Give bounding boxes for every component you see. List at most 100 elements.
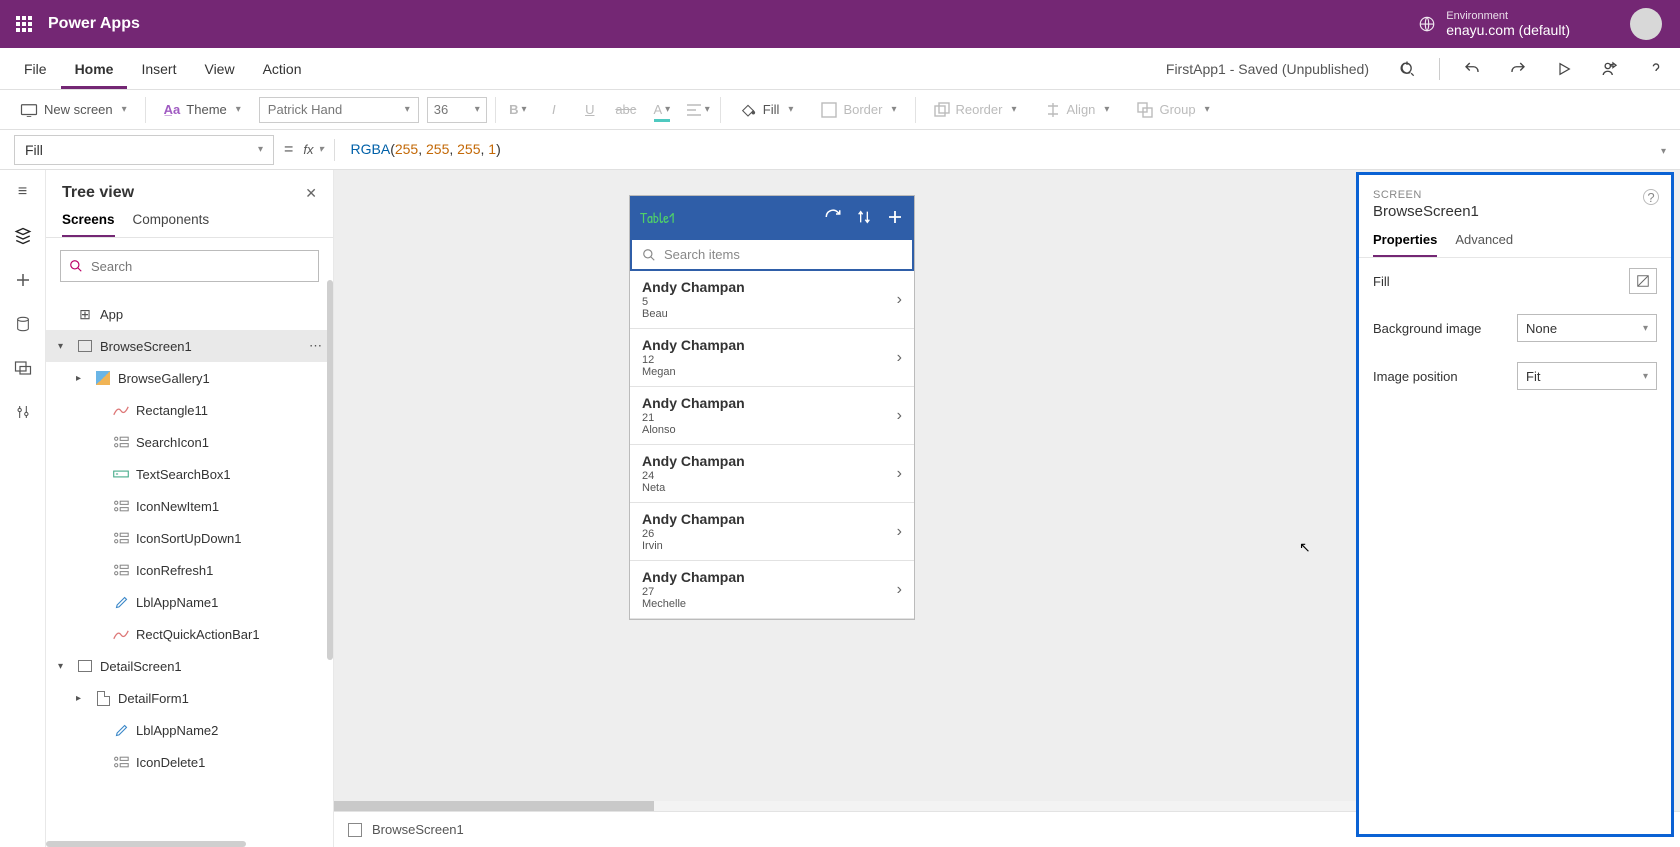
phone-search-input[interactable]: Search items: [630, 238, 914, 271]
phone-title: Table1: [640, 207, 675, 228]
caret-icon[interactable]: ▾: [58, 661, 70, 672]
new-screen-button[interactable]: New screen▾: [10, 90, 137, 129]
rail-advanced-tools[interactable]: [11, 400, 35, 424]
prop-bgimage-label: Background image: [1373, 321, 1517, 336]
tree-tab-screens[interactable]: Screens: [62, 212, 115, 237]
rail-media[interactable]: [11, 356, 35, 380]
row-title: Andy Champan: [642, 337, 745, 353]
list-item[interactable]: Andy Champan26Irvin›: [630, 503, 914, 561]
tree-item-IconSortUpDown1[interactable]: IconSortUpDown1: [46, 522, 333, 554]
font-size-select[interactable]: 36▾: [427, 97, 487, 123]
group-button[interactable]: Group▾: [1127, 90, 1219, 129]
tree-item-label: IconSortUpDown1: [136, 531, 242, 546]
property-dropdown[interactable]: Fill▾: [14, 135, 274, 165]
fill-button[interactable]: Fill▾: [729, 90, 804, 129]
tree-item-BrowseGallery1[interactable]: ▸BrowseGallery1: [46, 362, 333, 394]
status-checkbox[interactable]: [348, 823, 362, 837]
menu-action[interactable]: Action: [249, 48, 316, 89]
tree-item-RectQuickActionBar1[interactable]: RectQuickActionBar1: [46, 618, 333, 650]
caret-icon[interactable]: ▾: [58, 341, 70, 352]
tree-item-TextSearchBox1[interactable]: TextSearchBox1: [46, 458, 333, 490]
undo-button[interactable]: [1458, 55, 1486, 83]
tree-item-menu[interactable]: ⋯: [309, 338, 323, 354]
theme-button[interactable]: A̲a Theme▾: [154, 90, 251, 129]
row-number: 21: [642, 412, 745, 424]
tree-item-IconDelete1[interactable]: IconDelete1: [46, 746, 333, 778]
italic-button[interactable]: I: [540, 96, 568, 124]
menu-view[interactable]: View: [190, 48, 248, 89]
properties-help-icon[interactable]: ?: [1643, 189, 1659, 205]
prop-fill-swatch[interactable]: [1629, 268, 1657, 294]
tree-item-label: Rectangle11: [136, 403, 208, 418]
bold-button[interactable]: B▾: [504, 96, 532, 124]
environment-picker[interactable]: Environment enayu.com (default): [1446, 10, 1570, 38]
sort-icon[interactable]: [856, 208, 872, 226]
menu-file[interactable]: File: [10, 48, 61, 89]
tree-item-IconRefresh1[interactable]: IconRefresh1: [46, 554, 333, 586]
tree-item-BrowseScreen1[interactable]: ▾ BrowseScreen1 ⋯: [46, 330, 333, 362]
font-color-button[interactable]: A▾: [648, 96, 676, 124]
rail-toggle[interactable]: ≡: [11, 180, 35, 204]
theme-label: Theme: [186, 102, 226, 117]
add-icon[interactable]: [886, 208, 904, 226]
canvas-hscrollbar[interactable]: [334, 801, 1360, 811]
list-item[interactable]: Andy Champan24Neta›: [630, 445, 914, 503]
tree-scrollbar[interactable]: [327, 280, 333, 660]
rail-insert[interactable]: [11, 268, 35, 292]
text-align-button[interactable]: ▾: [684, 96, 712, 124]
font-family-select[interactable]: Patrick Hand▾: [259, 97, 419, 123]
row-title: Andy Champan: [642, 569, 745, 585]
environment-icon: [1418, 15, 1436, 33]
rail-tree-view[interactable]: [11, 224, 35, 248]
properties-name: BrowseScreen1: [1373, 203, 1657, 220]
border-button[interactable]: Border▾: [811, 90, 906, 129]
tree-item-label: BrowseScreen1: [100, 339, 192, 354]
global-header: Power Apps Environment enayu.com (defaul…: [0, 0, 1680, 48]
caret-icon[interactable]: ▸: [76, 373, 88, 384]
tree-item-Rectangle11[interactable]: Rectangle11: [46, 394, 333, 426]
menu-home[interactable]: Home: [61, 48, 128, 89]
strikethrough-button[interactable]: abc: [612, 96, 640, 124]
reorder-button[interactable]: Reorder▾: [924, 90, 1027, 129]
help-button[interactable]: [1642, 55, 1670, 83]
chevron-right-icon: ›: [897, 407, 902, 425]
refresh-icon[interactable]: [824, 208, 842, 226]
underline-button[interactable]: U: [576, 96, 604, 124]
tree-item-SearchIcon1[interactable]: SearchIcon1: [46, 426, 333, 458]
app-checker-icon[interactable]: [1393, 55, 1421, 83]
tree-item-LblAppName2[interactable]: LblAppName2: [46, 714, 333, 746]
tree-item-IconNewItem1[interactable]: IconNewItem1: [46, 490, 333, 522]
formula-input[interactable]: RGBA(255, 255, 255, 1): [351, 141, 501, 158]
tree-item-LblAppName1[interactable]: LblAppName1: [46, 586, 333, 618]
tree-item-App[interactable]: ⊞App: [46, 298, 333, 330]
caret-icon[interactable]: ▸: [76, 693, 88, 704]
list-item[interactable]: Andy Champan21Alonso›: [630, 387, 914, 445]
user-avatar[interactable]: [1630, 8, 1662, 40]
tree-search-input[interactable]: Search: [60, 250, 319, 282]
props-tab-properties[interactable]: Properties: [1373, 232, 1437, 257]
tree-close-button[interactable]: ✕: [305, 185, 317, 202]
prop-bgimage-select[interactable]: None▾: [1517, 314, 1657, 342]
prop-imgpos-select[interactable]: Fit▾: [1517, 362, 1657, 390]
tree-tab-components[interactable]: Components: [133, 212, 210, 237]
list-item[interactable]: Andy Champan5Beau›: [630, 271, 914, 329]
rail-data[interactable]: [11, 312, 35, 336]
list-item[interactable]: Andy Champan12Megan›: [630, 329, 914, 387]
row-number: 12: [642, 354, 745, 366]
fx-button[interactable]: fx▾: [303, 142, 323, 157]
tree-item-label: App: [100, 307, 123, 322]
props-tab-advanced[interactable]: Advanced: [1455, 232, 1513, 257]
formula-expand[interactable]: ▾: [1658, 142, 1666, 157]
menu-insert[interactable]: Insert: [127, 48, 190, 89]
tree-item-DetailScreen1[interactable]: ▾DetailScreen1: [46, 650, 333, 682]
align-icon: [1045, 102, 1061, 118]
tree-hscroll[interactable]: [46, 841, 246, 847]
list-item[interactable]: Andy Champan27Mechelle›: [630, 561, 914, 619]
align-button[interactable]: Align▾: [1035, 90, 1120, 129]
share-button[interactable]: [1596, 55, 1624, 83]
app-launcher[interactable]: [0, 16, 48, 32]
phone-preview[interactable]: Table1 Search items Andy Champan5Beau›An…: [630, 196, 914, 619]
redo-button[interactable]: [1504, 55, 1532, 83]
play-button[interactable]: [1550, 55, 1578, 83]
tree-item-DetailForm1[interactable]: ▸DetailForm1: [46, 682, 333, 714]
